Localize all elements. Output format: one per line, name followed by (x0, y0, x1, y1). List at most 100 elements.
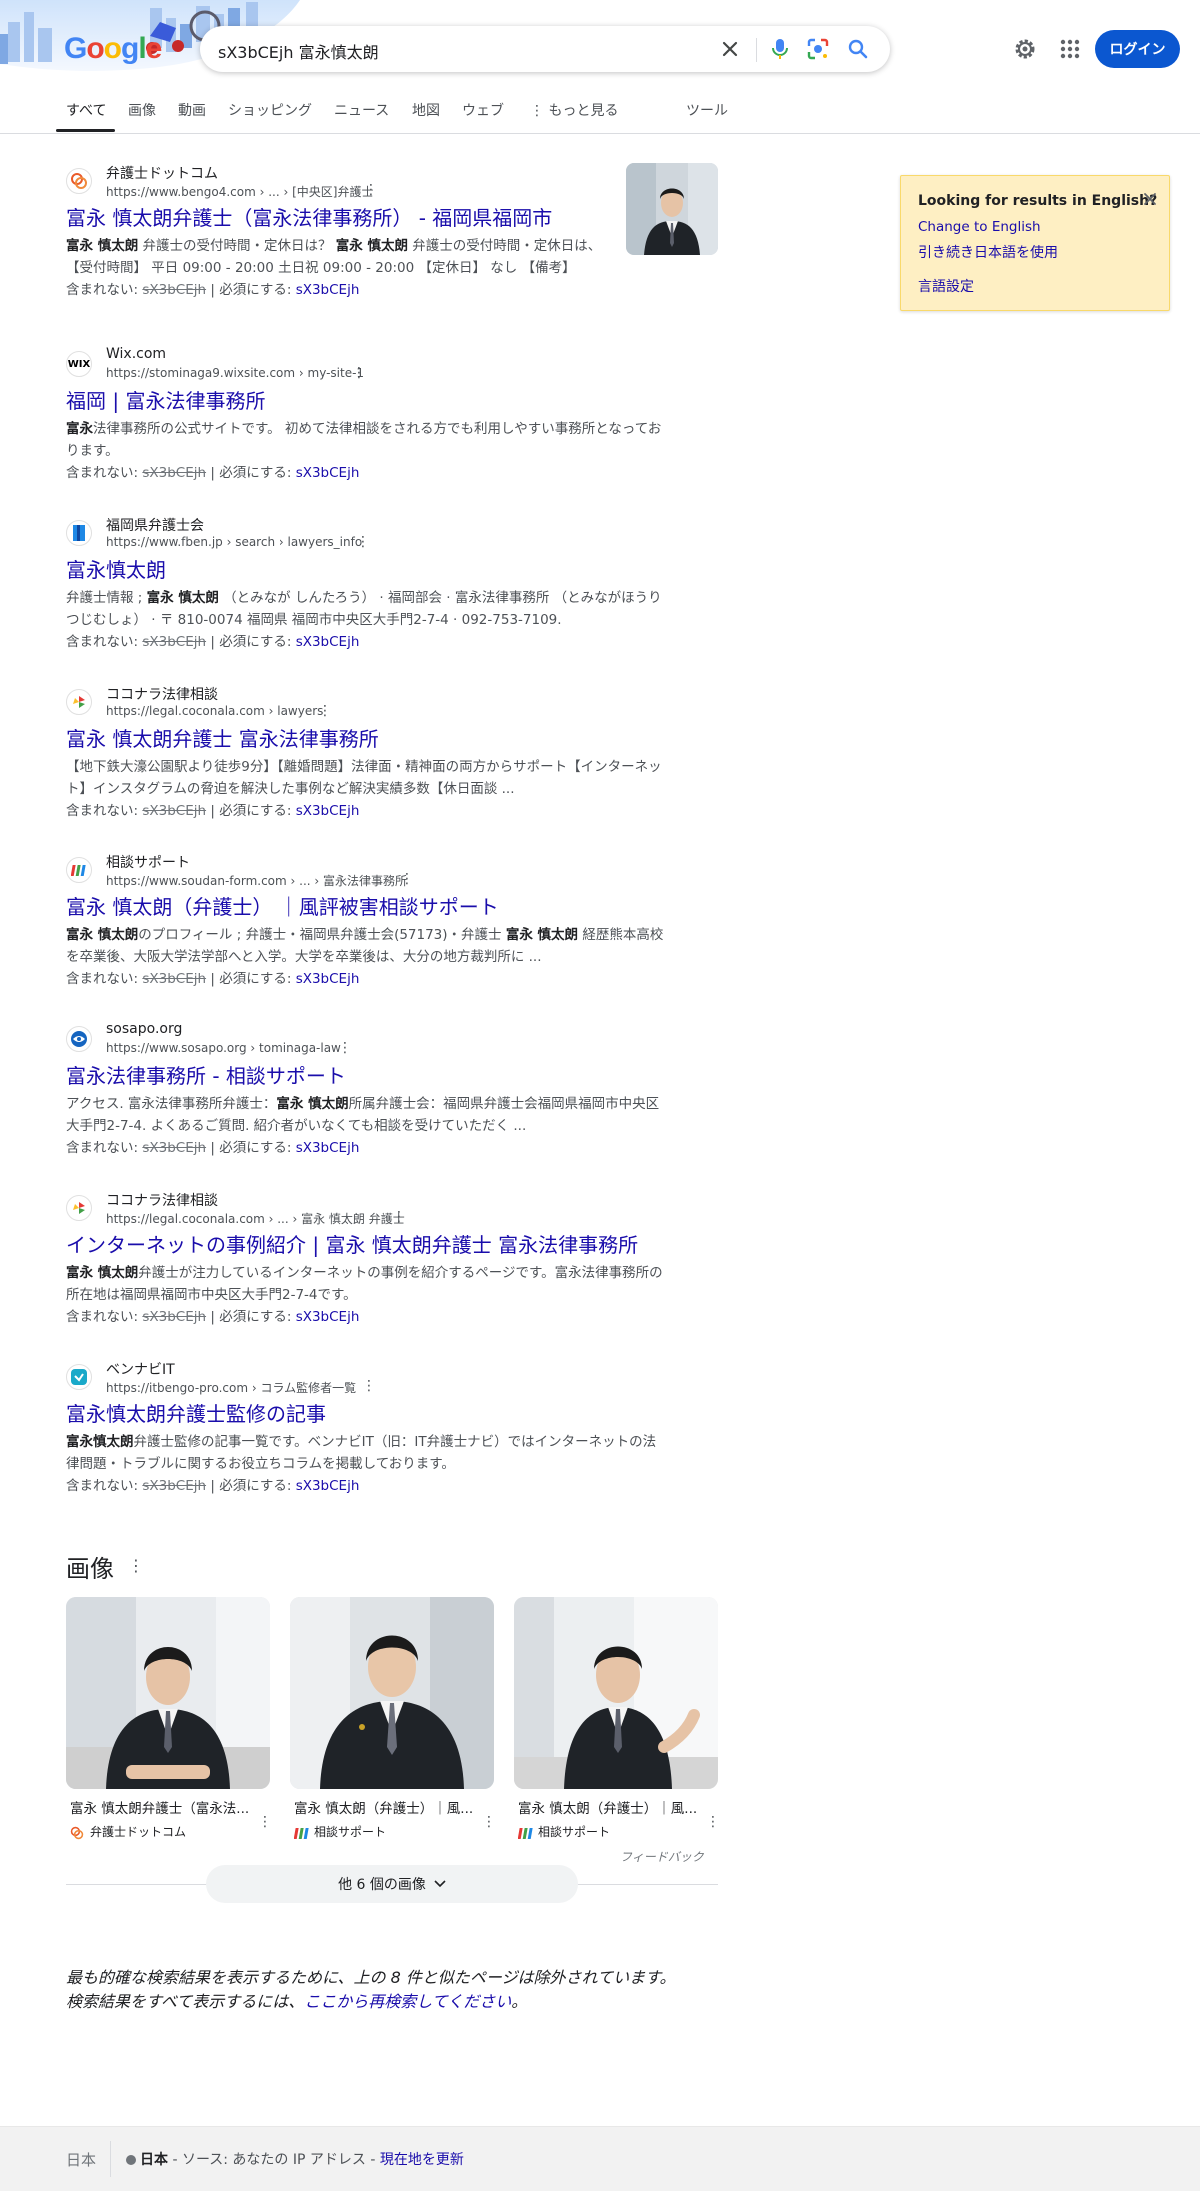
result-source[interactable]: sosapo.org https://www.sosapo.org › tomi… (66, 1021, 666, 1057)
footer-country: 日本 (66, 2151, 97, 2169)
image-card[interactable]: 富永 慎太朗弁護士（富永法... 弁護士ドットコム ⋮ (66, 1597, 272, 1840)
site-url: https://legal.coconala.com › ... › 富永 慎太… (106, 1212, 405, 1226)
more-options-icon[interactable]: ⋮ (338, 1041, 352, 1057)
search-box[interactable]: sX3bCEjh 富永慎太朗 (200, 26, 890, 72)
clear-icon[interactable] (718, 37, 742, 61)
image-source: 相談サポート (514, 1823, 718, 1840)
missing-terms: 含まれない: sX3bCEjh | 必須にする: sX3bCEjh (66, 803, 360, 819)
result-source[interactable]: ココナラ法律相談 https://legal.coconala.com › la… (66, 684, 666, 720)
more-options-icon[interactable]: ⋮ (356, 535, 370, 551)
image-thumbnail[interactable] (514, 1597, 718, 1789)
result-source[interactable]: ココナラ法律相談 https://legal.coconala.com › ..… (66, 1190, 666, 1226)
site-name: 相談サポート (106, 855, 190, 871)
search-result: sosapo.org https://www.sosapo.org › tomi… (66, 1021, 666, 1159)
result-snippet: アクセス. 富永法律事務所弁護士：富永 慎太朗所属弁護士会：福岡県弁護士会福岡県… (66, 1096, 660, 1134)
require-term-link[interactable]: sX3bCEjh (296, 1309, 360, 1325)
tab-news[interactable]: ニュース (334, 100, 389, 120)
sosapo-favicon-icon (66, 1026, 92, 1052)
missing-terms: 含まれない: sX3bCEjh | 必須にする: sX3bCEjh (66, 1140, 360, 1156)
apps-grid-icon[interactable] (1058, 37, 1082, 61)
require-term-link[interactable]: sX3bCEjh (296, 465, 360, 481)
tab-videos[interactable]: 動画 (178, 100, 206, 120)
language-settings-link[interactable]: 言語設定 (918, 276, 974, 296)
site-name: Wix.com (106, 346, 167, 362)
more-options-icon[interactable]: ⋮ (352, 366, 366, 382)
more-options-icon[interactable]: ⋮ (364, 183, 378, 199)
result-title[interactable]: インターネットの事例紹介 | 富永 慎太朗弁護士 富永法律事務所 (66, 1232, 666, 1258)
require-term-link[interactable]: sX3bCEjh (296, 971, 360, 987)
tab-more[interactable]: ⋮ もっと見る (530, 100, 618, 120)
result-title[interactable]: 富永法律事務所 - 相談サポート (66, 1063, 666, 1089)
result-title[interactable]: 富永 慎太朗（弁護士） ｜風評被害相談サポート (66, 894, 666, 920)
more-images-button[interactable]: 他 6 個の画像 (206, 1865, 578, 1903)
image-card[interactable]: 富永 慎太朗（弁護士）｜風... 相談サポート ⋮ (290, 1597, 496, 1840)
result-title[interactable]: 富永慎太朗弁護士監修の記事 (66, 1401, 666, 1427)
settings-gear-icon[interactable] (1012, 36, 1038, 62)
more-options-icon[interactable]: ⋮ (400, 872, 414, 888)
search-result: WIX Wix.com https://stominaga9.wixsite.c… (66, 346, 666, 484)
more-options-icon[interactable]: ⋮ (392, 1210, 406, 1226)
omitted-line-1: 最も的確な検索結果を表示するために、上の 8 件と似たページは除外されています。 (66, 1968, 676, 1987)
search-result: 福岡県弁護士会 https://www.fben.jp › search › l… (66, 515, 666, 653)
fben-favicon-icon (66, 520, 92, 546)
coconala-favicon-icon (66, 1195, 92, 1221)
result-source[interactable]: ベンナビIT https://itbengo-pro.com › コラム監修者一… (66, 1359, 666, 1395)
result-title[interactable]: 富永慎太朗 (66, 557, 666, 583)
site-url: https://itbengo-pro.com › コラム監修者一覧 (106, 1381, 357, 1395)
more-options-icon[interactable]: ⋮ (706, 1815, 720, 1831)
image-card[interactable]: 富永 慎太朗（弁護士）｜風... 相談サポート ⋮ (514, 1597, 720, 1840)
result-source[interactable]: 福岡県弁護士会 https://www.fben.jp › search › l… (66, 515, 666, 551)
result-snippet: 富永 慎太朗弁護士が注力しているインターネットの事例を紹介するページです。富永法… (66, 1265, 663, 1303)
require-term-link[interactable]: sX3bCEjh (296, 282, 360, 298)
require-term-link[interactable]: sX3bCEjh (296, 803, 360, 819)
require-term-link[interactable]: sX3bCEjh (296, 1478, 360, 1494)
feedback-link[interactable]: フィードバック (620, 1848, 704, 1865)
login-button[interactable]: ログイン (1095, 30, 1180, 68)
site-name: sosapo.org (106, 1021, 183, 1037)
image-caption: 富永 慎太朗（弁護士）｜風... (294, 1801, 474, 1817)
more-options-icon[interactable]: ⋮ (258, 1815, 272, 1831)
search-icon[interactable] (846, 37, 870, 61)
close-icon[interactable] (1139, 188, 1161, 210)
site-name: ココナラ法律相談 (106, 1193, 218, 1209)
chevron-down-icon (434, 1876, 446, 1892)
more-options-icon[interactable]: ⋮ (362, 1379, 376, 1395)
image-thumbnail[interactable] (66, 1597, 270, 1789)
tab-shopping[interactable]: ショッピング (228, 100, 312, 120)
result-snippet: 富永 慎太朗 弁護士の受付時間・定休日は？ 富永 慎太朗 弁護士の受付時間・定休… (66, 238, 602, 276)
update-location-link[interactable]: 現在地を更新 (380, 2152, 464, 2168)
microphone-icon[interactable] (768, 37, 792, 61)
more-options-icon[interactable]: ⋮ (318, 704, 332, 720)
tab-images[interactable]: 画像 (128, 100, 156, 120)
result-title[interactable]: 富永 慎太朗弁護士 富永法律事務所 (66, 726, 666, 752)
result-source[interactable]: 相談サポート https://www.soudan-form.com › ...… (66, 852, 666, 888)
footer-divider (110, 2141, 111, 2177)
keep-japanese-link[interactable]: 引き続き日本語を使用 (918, 242, 1058, 262)
require-term-link[interactable]: sX3bCEjh (296, 634, 360, 650)
search-input[interactable]: sX3bCEjh 富永慎太朗 (218, 39, 379, 63)
google-logo[interactable]: Google (64, 32, 162, 66)
require-term-link[interactable]: sX3bCEjh (296, 1140, 360, 1156)
tab-tools[interactable]: ツール (686, 100, 728, 120)
omitted-results-notice: 最も的確な検索結果を表示するために、上の 8 件と似たページは除外されています。… (66, 1966, 675, 2014)
image-caption: 富永 慎太朗弁護士（富永法... (70, 1801, 250, 1817)
missing-terms: 含まれない: sX3bCEjh | 必須にする: sX3bCEjh (66, 282, 360, 298)
lens-icon[interactable] (806, 37, 830, 61)
tab-web[interactable]: ウェブ (462, 100, 504, 120)
result-title[interactable]: 富永 慎太朗弁護士（富永法律事務所） - 福岡県福岡市 (66, 205, 666, 231)
result-source[interactable]: 弁護士ドットコム https://www.bengo4.com › ... › … (66, 163, 666, 199)
result-source[interactable]: WIX Wix.com https://stominaga9.wixsite.c… (66, 346, 666, 382)
coconala-favicon-icon (66, 689, 92, 715)
image-thumbnail[interactable] (290, 1597, 494, 1789)
tab-all[interactable]: すべて (66, 100, 106, 120)
research-link[interactable]: ここから再検索してください (304, 1992, 511, 2011)
result-thumbnail[interactable] (626, 163, 718, 255)
result-title[interactable]: 福岡 | 富永法律事務所 (66, 388, 666, 414)
change-to-english-link[interactable]: Change to English (918, 219, 1041, 235)
tab-maps[interactable]: 地図 (412, 100, 440, 120)
more-options-icon[interactable]: ⋮ (482, 1815, 496, 1831)
image-caption: 富永 慎太朗（弁護士）｜風... (518, 1801, 698, 1817)
active-tab-indicator (56, 129, 115, 132)
site-name: ベンナビIT (106, 1362, 175, 1378)
images-options-icon[interactable]: ⋮ (128, 1556, 144, 1575)
